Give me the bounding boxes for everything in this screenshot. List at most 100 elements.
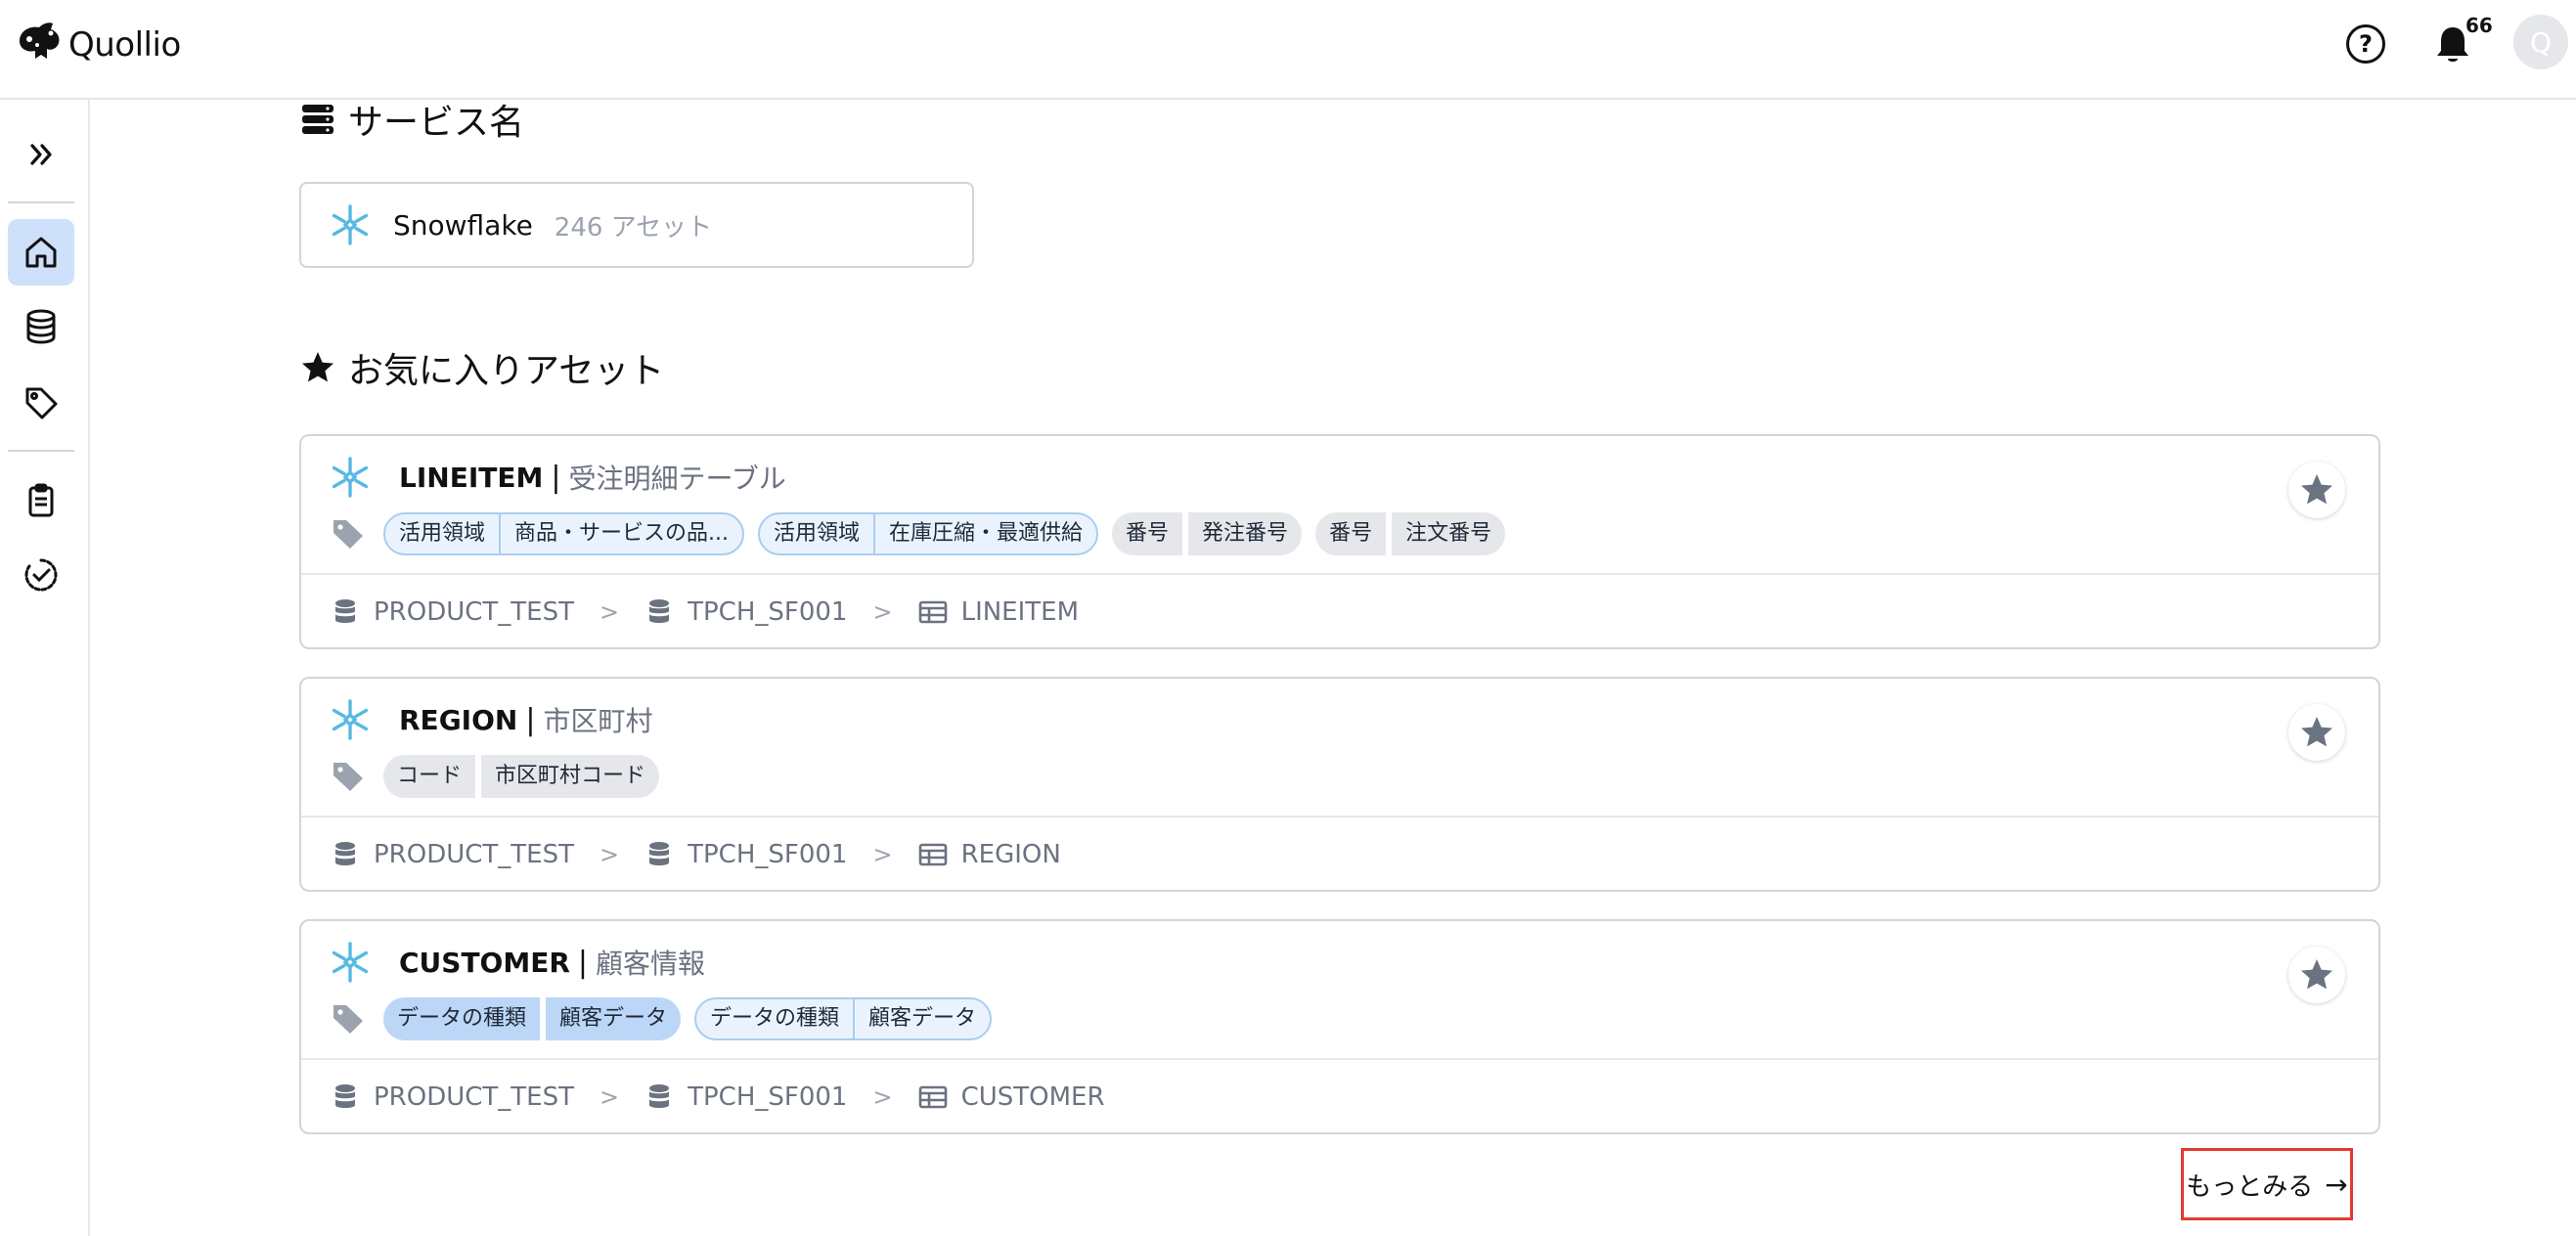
snowflake-icon bbox=[332, 204, 369, 245]
see-more-button[interactable]: もっとみる → bbox=[2181, 1148, 2353, 1220]
database-icon bbox=[649, 1084, 670, 1108]
asset-logical-name: 受注明細テーブル bbox=[568, 463, 786, 495]
chevron-right-icon: > bbox=[600, 598, 620, 626]
chevrons-right-icon bbox=[30, 144, 52, 165]
favorites-section-title: お気に入りアセット bbox=[299, 342, 664, 393]
snowflake-icon bbox=[332, 457, 369, 498]
path-schema[interactable]: TPCH_SF001 bbox=[688, 597, 847, 627]
tag-value: 市区町村コード bbox=[475, 755, 659, 798]
path-table[interactable]: LINEITEM bbox=[961, 597, 1079, 627]
check-circle-icon bbox=[24, 558, 58, 592]
asset-name-separator: | bbox=[551, 460, 561, 495]
avatar[interactable]: Q bbox=[2513, 15, 2568, 69]
clipboard-icon bbox=[28, 483, 54, 517]
sidebar-divider bbox=[8, 450, 74, 452]
asset-tags: コード 市区町村コード bbox=[331, 755, 673, 798]
path-database[interactable]: PRODUCT_TEST bbox=[374, 597, 574, 627]
sidebar bbox=[0, 100, 90, 1236]
asset-title: REGION | 市区町村 bbox=[329, 698, 652, 741]
table-icon bbox=[918, 600, 947, 624]
database-icon bbox=[649, 842, 670, 865]
chevron-right-icon: > bbox=[872, 841, 893, 868]
top-bar: Quollio ? 66 Q bbox=[0, 0, 2576, 100]
sidebar-item-database[interactable] bbox=[8, 293, 74, 360]
asset-card-header: REGION | 市区町村 コード 市区町村コード bbox=[301, 679, 2378, 817]
favorite-star-button[interactable] bbox=[2288, 704, 2345, 761]
path-schema[interactable]: TPCH_SF001 bbox=[688, 1082, 847, 1112]
services-title-text: サービス名 bbox=[348, 103, 525, 143]
path-database[interactable]: PRODUCT_TEST bbox=[374, 1082, 574, 1112]
asset-physical-name[interactable]: REGION bbox=[399, 704, 517, 736]
chevron-right-icon: > bbox=[872, 598, 893, 626]
services-section-title: サービス名 bbox=[299, 100, 524, 145]
database-icon bbox=[335, 842, 355, 865]
path-database[interactable]: PRODUCT_TEST bbox=[374, 840, 574, 869]
chevron-right-icon: > bbox=[600, 841, 620, 868]
star-icon bbox=[302, 352, 333, 382]
quollio-logo-icon bbox=[20, 22, 60, 59]
logo-text: Quollio bbox=[68, 25, 181, 65]
home-icon bbox=[25, 237, 57, 268]
tag-value: 在庫圧縮・最適供給 bbox=[873, 514, 1096, 553]
database-icon bbox=[649, 599, 670, 623]
asset-title: CUSTOMER | 顧客情報 bbox=[329, 941, 705, 984]
asset-card-customer[interactable]: CUSTOMER | 顧客情報 データの種類 顧客データ データの種類 顧客デー… bbox=[299, 919, 2380, 1134]
table-icon bbox=[918, 843, 947, 866]
asset-card-region[interactable]: REGION | 市区町村 コード 市区町村コード PRODUCT_TEST >… bbox=[299, 677, 2380, 892]
favorites-title-text: お気に入りアセット bbox=[348, 351, 665, 391]
tag-category: データの種類 bbox=[397, 1006, 527, 1031]
sidebar-item-home[interactable] bbox=[8, 219, 74, 286]
tag-chip[interactable]: データの種類 顧客データ bbox=[694, 997, 993, 1040]
asset-physical-name[interactable]: LINEITEM bbox=[399, 462, 543, 494]
chevron-right-icon: > bbox=[600, 1083, 620, 1111]
tag-icon bbox=[333, 520, 363, 549]
service-asset-count: 246 アセット bbox=[554, 212, 713, 243]
star-icon bbox=[2301, 959, 2332, 990]
favorite-star-button[interactable] bbox=[2288, 947, 2345, 1003]
chevron-right-icon: > bbox=[872, 1083, 893, 1111]
tag-chip[interactable]: コード 市区町村コード bbox=[383, 755, 660, 798]
asset-path-breadcrumb: PRODUCT_TEST > TPCH_SF001 > REGION bbox=[331, 817, 1061, 892]
logo[interactable]: Quollio bbox=[14, 20, 181, 70]
path-table[interactable]: CUSTOMER bbox=[961, 1082, 1105, 1112]
tag-category: 番号 bbox=[1126, 521, 1170, 546]
asset-name-separator: | bbox=[577, 945, 589, 980]
asset-card-lineitem[interactable]: LINEITEM | 受注明細テーブル 活用領域 商品・サービスの品... 活用… bbox=[299, 434, 2380, 649]
tag-icon bbox=[25, 387, 58, 419]
asset-logical-name: 顧客情報 bbox=[596, 948, 706, 980]
tag-chip[interactable]: 活用領域 在庫圧縮・最適供給 bbox=[758, 512, 1099, 555]
tag-value: 商品・サービスの品... bbox=[499, 514, 742, 553]
tag-chip[interactable]: データの種類 顧客データ bbox=[383, 997, 682, 1040]
sidebar-item-clipboard[interactable] bbox=[8, 467, 74, 534]
help-circle-icon[interactable]: ? bbox=[2346, 24, 2385, 64]
database-icon bbox=[335, 1084, 355, 1108]
path-schema[interactable]: TPCH_SF001 bbox=[688, 840, 847, 869]
sidebar-item-check[interactable] bbox=[8, 542, 74, 608]
snowflake-icon bbox=[332, 699, 369, 740]
asset-tags: データの種類 顧客データ データの種類 顧客データ bbox=[331, 997, 1005, 1040]
tag-category: 番号 bbox=[1329, 521, 1373, 546]
favorite-star-button[interactable] bbox=[2288, 462, 2345, 518]
asset-physical-name[interactable]: CUSTOMER bbox=[399, 947, 570, 979]
sidebar-divider bbox=[8, 201, 74, 203]
database-icon bbox=[26, 309, 56, 344]
star-icon bbox=[2301, 717, 2332, 747]
sidebar-item-tags[interactable] bbox=[8, 370, 74, 436]
tag-chip[interactable]: 活用領域 商品・サービスの品... bbox=[383, 512, 744, 555]
tag-value: 顧客データ bbox=[853, 999, 990, 1038]
star-icon bbox=[2301, 474, 2332, 505]
tag-chip[interactable]: 番号 注文番号 bbox=[1315, 512, 1506, 555]
service-card-snowflake[interactable]: Snowflake 246 アセット bbox=[299, 182, 974, 268]
main-content: サービス名 Snowflake 246 アセット お気に入りアセット LINEI… bbox=[90, 100, 2576, 1236]
tag-category: 活用領域 bbox=[399, 521, 486, 546]
tag-value: 注文番号 bbox=[1386, 512, 1505, 555]
sidebar-expand-button[interactable] bbox=[8, 121, 74, 188]
path-table[interactable]: REGION bbox=[961, 840, 1061, 869]
tag-chip[interactable]: 番号 発注番号 bbox=[1112, 512, 1303, 555]
asset-title: LINEITEM | 受注明細テーブル bbox=[329, 456, 786, 499]
snowflake-icon bbox=[332, 942, 369, 983]
arrow-right-icon: → bbox=[2325, 1168, 2348, 1201]
tag-icon bbox=[333, 1005, 363, 1034]
tag-category: コード bbox=[397, 764, 463, 788]
notification-badge: 66 bbox=[2463, 14, 2496, 37]
